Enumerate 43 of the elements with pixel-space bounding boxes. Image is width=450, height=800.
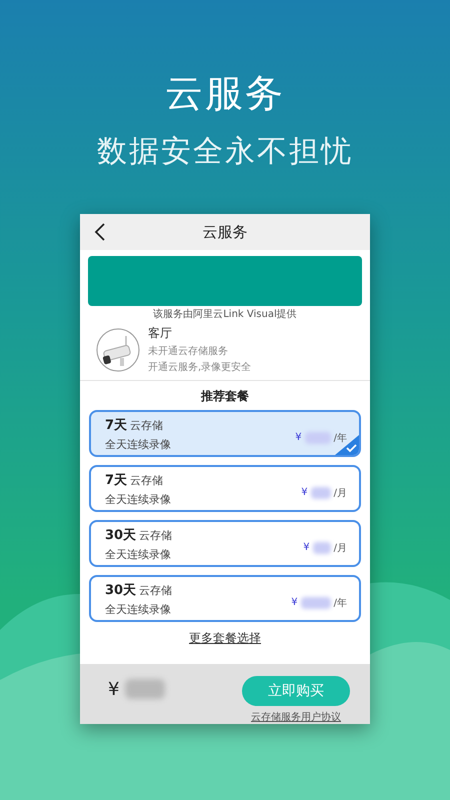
plan-card[interactable]: 30天 云存储 全天连续录像 ¥ /月 bbox=[89, 520, 361, 567]
price-unit: /月 bbox=[334, 542, 347, 554]
currency-sign: ¥ bbox=[301, 487, 308, 498]
plan-days: 7天 bbox=[105, 470, 128, 488]
blurred-price-drawing bbox=[300, 596, 331, 608]
agreement-link[interactable]: 云存储服务用户协议 bbox=[251, 710, 341, 724]
currency-sign: ¥ bbox=[108, 679, 120, 700]
more-plans-link[interactable]: 更多套餐选择 bbox=[189, 630, 261, 647]
tagline: 数据安全永不担忧 bbox=[97, 133, 353, 171]
check-icon bbox=[335, 435, 359, 455]
plan-days: 7天 bbox=[105, 416, 128, 434]
back-icon[interactable] bbox=[94, 223, 106, 241]
blurred-price-drawing bbox=[125, 679, 166, 699]
provider-note: 该服务由阿里云Link Visual提供 bbox=[153, 308, 297, 321]
blurred-price-drawing bbox=[304, 432, 331, 444]
device-status: 未开通云存储服务 bbox=[148, 344, 229, 358]
device-hint: 开通云服务,录像更安全 bbox=[148, 360, 252, 374]
section-title: 推荐套餐 bbox=[201, 388, 249, 405]
plan-days: 30天 bbox=[105, 526, 136, 544]
plan-description: 全天连续录像 bbox=[105, 492, 172, 506]
price-unit: /月 bbox=[334, 486, 347, 500]
price-unit: /年 bbox=[334, 432, 347, 444]
camera-icon bbox=[96, 328, 140, 372]
plan-description: 全天连续录像 bbox=[105, 602, 172, 616]
blurred-price-drawing bbox=[310, 486, 331, 498]
plan-card[interactable]: 7天 云存储 全天连续录像 ¥ /年 bbox=[89, 410, 361, 457]
plan-type: 云存储 bbox=[139, 582, 172, 598]
blurred-price-drawing bbox=[312, 542, 331, 554]
currency-sign: ¥ bbox=[295, 432, 302, 443]
screen-title: 云服务 bbox=[202, 222, 248, 242]
plan-type: 云存储 bbox=[130, 472, 164, 488]
price-unit: /年 bbox=[334, 596, 347, 610]
plan-card[interactable]: 30天 云存储 全天连续录像 ¥ /年 bbox=[89, 575, 361, 622]
plan-days: 30天 bbox=[105, 580, 136, 598]
plan-type: 云存储 bbox=[130, 418, 164, 432]
plan-card[interactable]: 7天 云存储 全天连续录像 ¥ /月 bbox=[89, 465, 361, 512]
device-name: 客厅 bbox=[148, 325, 173, 342]
currency-sign: ¥ bbox=[303, 542, 310, 553]
headline: 云服务 bbox=[165, 70, 285, 117]
plan-type: 云存储 bbox=[139, 528, 172, 542]
plan-description: 全天连续录像 bbox=[105, 436, 172, 452]
currency-sign: ¥ bbox=[291, 597, 298, 608]
plan-description: 全天连续录像 bbox=[105, 546, 172, 562]
